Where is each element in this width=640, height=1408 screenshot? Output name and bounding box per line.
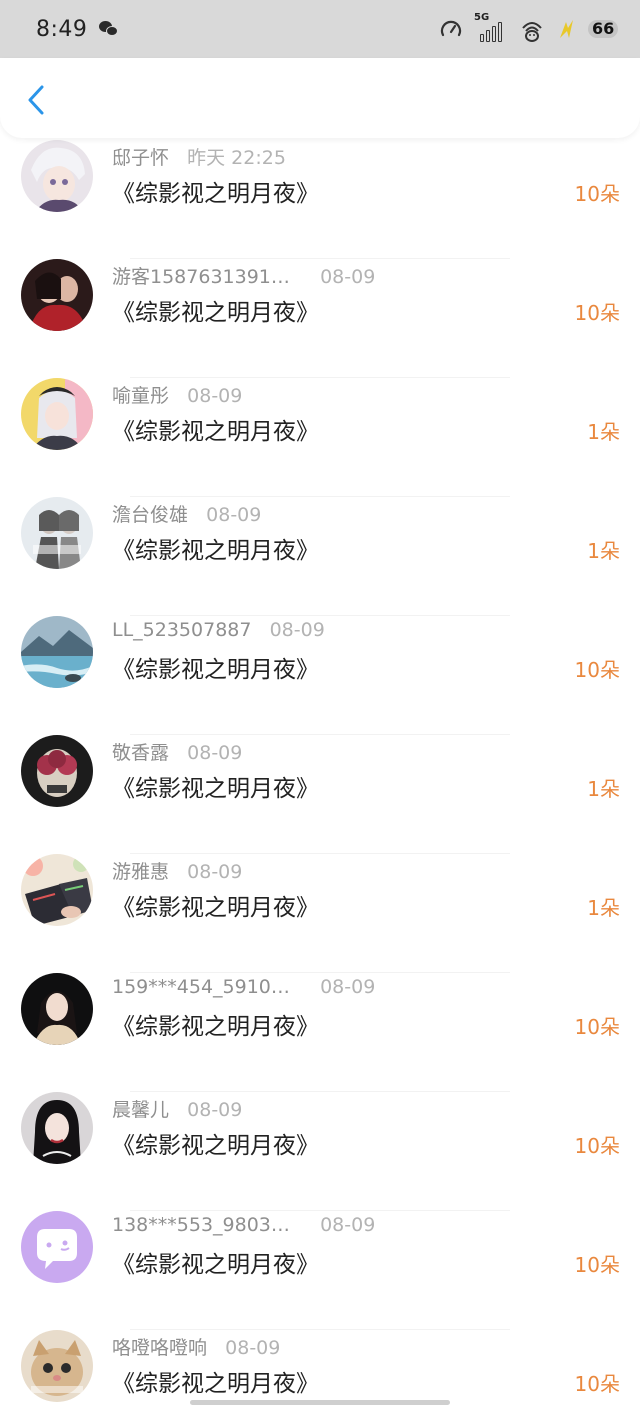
book-title: 《综影视之明月夜》 (112, 657, 319, 683)
list-item[interactable]: 邸子怀 昨天 22:25 《综影视之明月夜》 10朵 (0, 140, 640, 259)
username: 159***454_5910… (112, 976, 290, 998)
item-meta: 喻童彤 08-09 (112, 381, 242, 408)
book-title: 《综影视之明月夜》 (112, 895, 319, 921)
status-time: 8:49 (36, 16, 88, 42)
flower-count: 10朵 (574, 182, 620, 206)
gauge-icon (440, 20, 462, 37)
username: 138***553_9803… (112, 1214, 290, 1236)
flower-count: 1朵 (587, 420, 620, 444)
username: 喻童彤 (112, 385, 170, 407)
flower-count: 10朵 (574, 658, 620, 682)
avatar[interactable] (21, 497, 93, 569)
item-meta: 敬香露 08-09 (112, 738, 242, 765)
date: 08-09 (206, 504, 262, 526)
flower-count: 10朵 (574, 1134, 620, 1158)
list-item[interactable]: 澹台俊雄 08-09 《综影视之明月夜》 1朵 (0, 497, 640, 616)
date: 08-09 (269, 619, 325, 641)
battery-level: 66 (592, 19, 615, 38)
username: 邸子怀 (112, 147, 170, 169)
date: 08-09 (187, 861, 243, 883)
username: 咯噔咯噔响 (112, 1337, 208, 1359)
status-bar: 8:49 5G 66 (0, 0, 640, 58)
home-indicator[interactable] (190, 1400, 450, 1405)
item-meta: 澹台俊雄 08-09 (112, 500, 261, 527)
flower-count: 10朵 (574, 1372, 620, 1396)
item-meta: 159***454_5910… 08-09 (112, 976, 375, 998)
book-title: 《综影视之明月夜》 (112, 776, 319, 802)
book-title: 《综影视之明月夜》 (112, 300, 319, 326)
username: 游雅惠 (112, 861, 170, 883)
book-title: 《综影视之明月夜》 (112, 1014, 319, 1040)
username: 澹台俊雄 (112, 504, 189, 526)
back-button[interactable] (20, 82, 52, 118)
avatar[interactable] (21, 378, 93, 450)
book-title: 《综影视之明月夜》 (112, 1371, 319, 1397)
flower-count: 10朵 (574, 301, 620, 325)
flower-count: 1朵 (587, 777, 620, 801)
nav-header (0, 58, 640, 138)
item-meta: LL_523507887 08-09 (112, 619, 325, 641)
item-meta: 138***553_9803… 08-09 (112, 1214, 375, 1236)
flower-count: 1朵 (587, 896, 620, 920)
list-item[interactable]: 游雅惠 08-09 《综影视之明月夜》 1朵 (0, 854, 640, 973)
flower-count: 1朵 (587, 539, 620, 563)
date: 08-09 (320, 266, 376, 288)
list-item[interactable]: 游客1587631391… 08-09 《综影视之明月夜》 10朵 (0, 259, 640, 378)
book-title: 《综影视之明月夜》 (112, 1133, 319, 1159)
list-item[interactable]: 喻童彤 08-09 《综影视之明月夜》 1朵 (0, 378, 640, 497)
signal-5g-icon: 5G (474, 12, 508, 44)
book-title: 《综影视之明月夜》 (112, 1252, 319, 1278)
avatar[interactable] (21, 259, 93, 331)
item-meta: 邸子怀 昨天 22:25 (112, 143, 286, 170)
item-meta: 咯噔咯噔响 08-09 (112, 1333, 280, 1360)
list-item[interactable]: LL_523507887 08-09 《综影视之明月夜》 10朵 (0, 616, 640, 735)
avatar[interactable] (21, 140, 93, 212)
list-item[interactable]: 咯噔咯噔响 08-09 《综影视之明月夜》 10朵 (0, 1330, 640, 1408)
date: 昨天 22:25 (187, 147, 286, 169)
list-item[interactable]: 晨馨儿 08-09 《综影视之明月夜》 10朵 (0, 1092, 640, 1211)
status-icons: 5G 66 (440, 12, 622, 44)
battery-icon: 66 (588, 18, 622, 40)
avatar[interactable] (21, 735, 93, 807)
book-title: 《综影视之明月夜》 (112, 538, 319, 564)
book-title: 《综影视之明月夜》 (112, 419, 319, 445)
avatar[interactable] (21, 1211, 93, 1283)
date: 08-09 (187, 742, 243, 764)
list-item[interactable]: 敬香露 08-09 《综影视之明月夜》 1朵 (0, 735, 640, 854)
avatar[interactable] (21, 616, 93, 688)
list-item[interactable]: 159***454_5910… 08-09 《综影视之明月夜》 10朵 (0, 973, 640, 1092)
date: 08-09 (320, 1214, 376, 1236)
avatar[interactable] (21, 973, 93, 1045)
flower-count: 10朵 (574, 1253, 620, 1277)
date: 08-09 (225, 1337, 281, 1359)
book-title: 《综影视之明月夜》 (112, 181, 319, 207)
avatar[interactable] (21, 1092, 93, 1164)
wechat-icon (99, 20, 119, 38)
date: 08-09 (320, 976, 376, 998)
chevron-left-icon (28, 85, 44, 115)
wifi-icon (522, 22, 542, 42)
list-item[interactable]: 138***553_9803… 08-09 《综影视之明月夜》 10朵 (0, 1211, 640, 1330)
item-meta: 游客1587631391… 08-09 (112, 262, 375, 289)
bolt-icon (560, 20, 573, 38)
username: 敬香露 (112, 742, 170, 764)
date: 08-09 (187, 1099, 243, 1121)
date: 08-09 (187, 385, 243, 407)
avatar[interactable] (21, 854, 93, 926)
flower-count: 10朵 (574, 1015, 620, 1039)
item-meta: 游雅惠 08-09 (112, 857, 242, 884)
username: 晨馨儿 (112, 1099, 170, 1121)
username: LL_523507887 (112, 619, 252, 641)
username: 游客1587631391… (112, 266, 290, 288)
avatar[interactable] (21, 1330, 93, 1402)
item-meta: 晨馨儿 08-09 (112, 1095, 242, 1122)
